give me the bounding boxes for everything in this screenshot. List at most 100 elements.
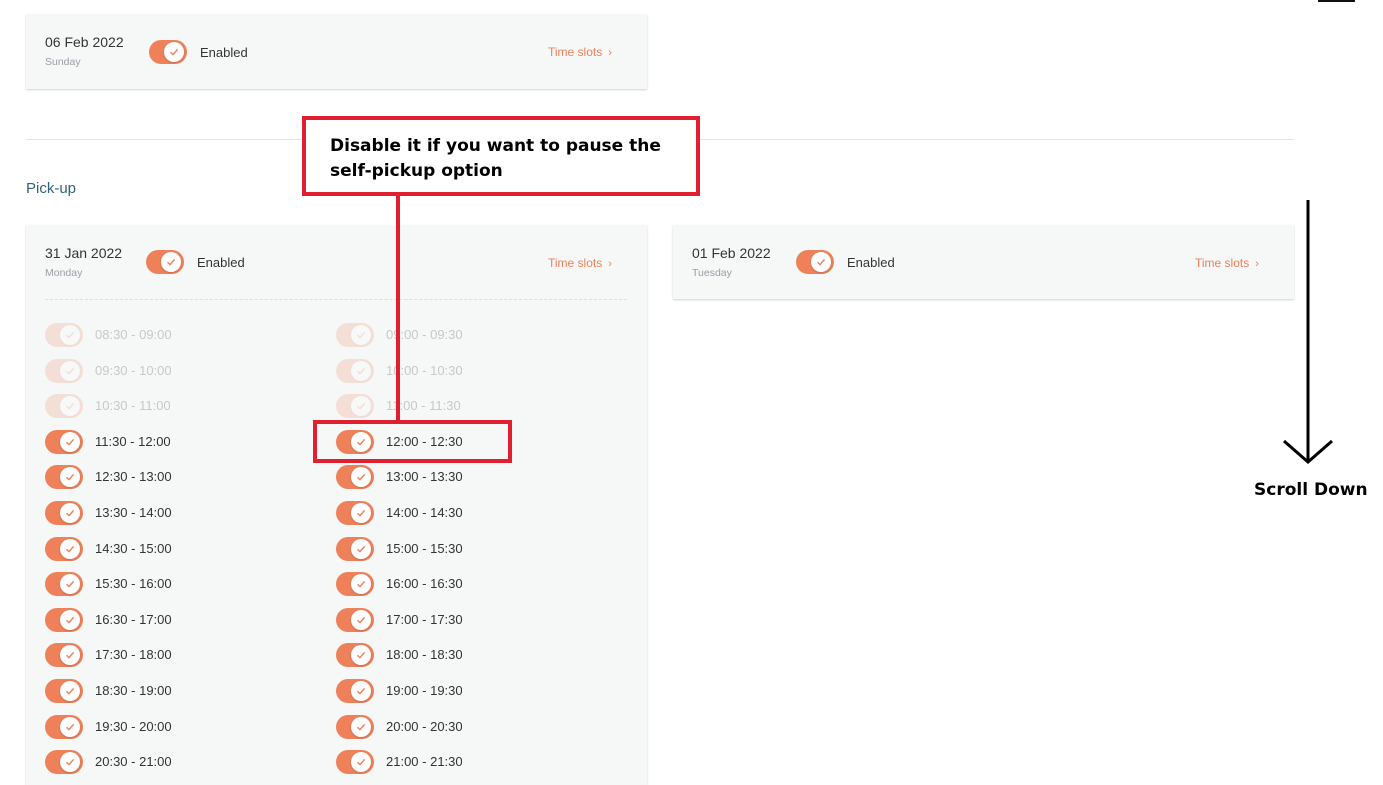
annotation-connector-line [396,196,400,422]
time-slot-toggle[interactable] [45,465,83,489]
top-right-edge-line [1318,0,1355,2]
toggle-knob [351,752,371,772]
time-slot-toggle[interactable] [336,465,374,489]
day-card-06-feb: 06 Feb 2022 Sunday Enabled Time slots › [26,14,647,89]
time-slot-toggle[interactable] [45,715,83,739]
time-slot-label: 13:30 - 14:00 [95,505,172,520]
time-slot-toggle[interactable] [336,643,374,667]
day-weekday: Monday [45,267,83,279]
toggle-knob [60,361,80,381]
toggle-knob [351,717,371,737]
time-slot-toggle[interactable] [336,750,374,774]
check-icon [66,367,75,375]
time-slot-toggle[interactable] [336,572,374,596]
toggle-knob [60,717,80,737]
time-slot-toggle[interactable] [45,537,83,561]
toggle-knob [60,645,80,665]
time-slot-label: 10:30 - 11:00 [95,398,171,413]
annotation-callout-text: Disable it if you want to pause the self… [330,136,661,181]
time-slot-label: 09:30 - 10:00 [95,363,172,378]
check-icon [66,651,75,659]
time-slot-toggle[interactable] [336,394,374,418]
time-slot-label: 14:00 - 14:30 [386,505,463,520]
time-slot-toggle[interactable] [336,715,374,739]
time-slot-toggle[interactable] [336,501,374,525]
time-slot-toggle[interactable] [45,430,83,454]
toggle-knob [351,574,371,594]
toggle-knob [161,252,181,272]
check-icon [66,438,75,446]
day-weekday: Tuesday [692,267,732,279]
check-icon [66,723,75,731]
check-icon [357,367,366,375]
day-enabled-toggle[interactable] [149,40,187,64]
time-slot-toggle[interactable] [336,537,374,561]
check-icon [357,723,366,731]
time-slots-link[interactable]: Time slots › [548,256,612,270]
day-date: 06 Feb 2022 [45,34,124,50]
check-icon [357,509,366,517]
check-icon [357,402,366,410]
check-icon [357,473,366,481]
check-icon [66,402,75,410]
time-slot-toggle[interactable] [336,323,374,347]
day-date: 31 Jan 2022 [45,245,123,261]
check-icon [357,545,366,553]
section-title-pickup: Pick-up [26,180,77,197]
time-slot-toggle[interactable] [45,572,83,596]
toggle-knob [351,610,371,630]
time-slot-toggle[interactable] [336,608,374,632]
toggle-knob [60,539,80,559]
check-icon [357,616,366,624]
toggle-knob [351,396,371,416]
time-slot-toggle[interactable] [45,679,83,703]
toggle-knob [60,681,80,701]
time-slot-label: 17:30 - 18:00 [95,647,172,662]
check-icon [66,545,75,553]
toggle-knob [164,42,184,62]
time-slot-toggle[interactable] [45,501,83,525]
day-status: Enabled [200,45,248,60]
toggle-knob [60,610,80,630]
time-slot-label: 17:00 - 17:30 [386,612,463,627]
check-icon [357,758,366,766]
check-icon [817,258,826,266]
toggle-knob [60,574,80,594]
time-slot-label: 21:00 - 21:30 [386,754,463,769]
time-slots-label: Time slots [1195,256,1250,270]
time-slots-link[interactable]: Time slots › [548,45,612,59]
day-weekday: Sunday [45,56,81,68]
time-slots-link[interactable]: Time slots › [1195,256,1259,270]
time-slot-toggle[interactable] [45,608,83,632]
time-slot-toggle[interactable] [45,750,83,774]
check-icon [357,651,366,659]
toggle-knob [351,645,371,665]
check-icon [66,473,75,481]
time-slot-toggle[interactable] [45,643,83,667]
check-icon [66,331,75,339]
time-slot-toggle[interactable] [45,394,83,418]
time-slot-label: 20:30 - 21:00 [95,754,172,769]
toggle-knob [351,539,371,559]
time-slot-label: 19:00 - 19:30 [386,683,463,698]
time-slots-label: Time slots [548,45,603,59]
time-slot-label: 18:30 - 19:00 [95,683,172,698]
time-slot-label: 18:00 - 18:30 [386,647,463,662]
day-date: 01 Feb 2022 [692,245,771,261]
day-enabled-toggle[interactable] [146,250,184,274]
time-slot-toggle[interactable] [45,359,83,383]
toggle-knob [811,252,831,272]
day-enabled-toggle[interactable] [796,250,834,274]
time-slot-toggle[interactable] [45,323,83,347]
chevron-right-icon: › [608,258,612,270]
check-icon [167,258,176,266]
time-slot-label: 13:00 - 13:30 [386,469,463,484]
check-icon [170,48,179,56]
time-slot-toggle[interactable] [336,359,374,383]
annotation-callout: Disable it if you want to pause the self… [302,116,700,196]
time-slot-label: 16:30 - 17:00 [95,612,172,627]
annotation-highlight-box [313,420,512,463]
time-slot-label: 15:00 - 15:30 [386,541,463,556]
time-slot-toggle[interactable] [336,679,374,703]
toggle-knob [60,432,80,452]
